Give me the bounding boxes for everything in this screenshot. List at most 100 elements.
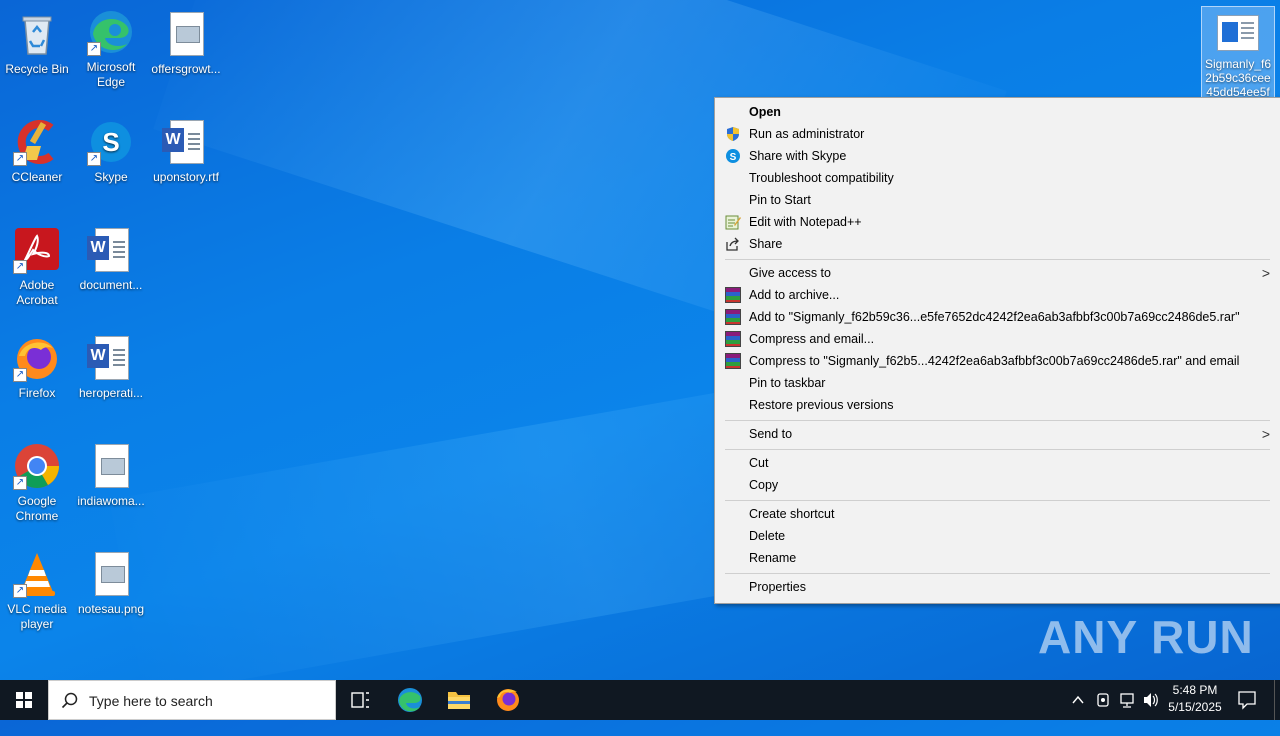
shortcut-arrow-icon: ↗ <box>13 368 27 382</box>
firefox-icon <box>497 689 519 711</box>
desktop-icon-microsoft-edge[interactable]: ↗ Microsoft Edge <box>74 8 148 90</box>
shortcut-arrow-icon: ↗ <box>13 152 27 166</box>
menu-item-pin-to-taskbar[interactable]: Pin to taskbar <box>715 372 1280 394</box>
menu-item-label: Compress and email... <box>749 332 875 346</box>
folder-icon <box>448 692 470 709</box>
network-icon <box>1120 693 1134 708</box>
action-center-button[interactable] <box>1232 680 1262 720</box>
edge-icon <box>398 688 422 712</box>
menu-item-label: Cut <box>749 456 769 470</box>
menu-item-label: Create shortcut <box>749 507 835 521</box>
menu-item-label: Pin to Start <box>749 193 811 207</box>
firefox-icon: ↗ <box>13 334 61 382</box>
menu-item-restore-previous-versions[interactable]: Restore previous versions <box>715 394 1280 416</box>
menu-item-label: Rename <box>749 551 797 565</box>
vlc-icon: ↗ <box>13 550 61 598</box>
show-hidden-icons-button[interactable] <box>1068 680 1088 720</box>
recycle-bin-icon <box>13 10 61 58</box>
image-file-icon <box>87 442 135 490</box>
word-document-icon: W <box>87 226 135 274</box>
desktop-icon-label: heroperati... <box>78 386 144 400</box>
menu-item-compress-and-email[interactable]: Compress and email... <box>715 328 1280 350</box>
acrobat-icon: ↗ <box>13 226 61 274</box>
desktop-icon-uponstory[interactable]: W uponstory.rtf <box>149 118 223 185</box>
desktop-icon-indiawoma[interactable]: indiawoma... <box>74 442 148 509</box>
menu-item-run-as-administrator[interactable]: Run as administrator <box>715 123 1280 145</box>
share-icon <box>725 236 741 252</box>
svg-text:S: S <box>102 127 119 157</box>
desktop-icon-label: uponstory.rtf <box>153 170 219 184</box>
menu-item-troubleshoot-compatibility[interactable]: Troubleshoot compatibility <box>715 167 1280 189</box>
menu-item-send-to[interactable]: Send to > <box>715 423 1280 445</box>
menu-item-share[interactable]: Share <box>715 233 1280 255</box>
chevron-up-icon <box>1072 695 1084 704</box>
chrome-icon: ↗ <box>13 442 61 490</box>
menu-item-label: Compress to "Sigmanly_f62b5...4242f2ea6a… <box>749 354 1240 368</box>
desktop-icon-notesau[interactable]: notesau.png <box>74 550 148 617</box>
start-button[interactable] <box>0 680 48 720</box>
desktop-icon-google-chrome[interactable]: ↗ Google Chrome <box>0 442 74 524</box>
desktop-icon-label: document... <box>79 278 143 292</box>
taskbar-firefox-button[interactable] <box>484 680 532 720</box>
desktop-icon-label: Adobe Acrobat <box>16 278 58 307</box>
menu-item-label: Share <box>749 237 783 251</box>
menu-item-label: Add to archive... <box>749 288 840 302</box>
skype-icon: S <box>725 148 741 164</box>
desktop-icon-skype[interactable]: S ↗ Skype <box>74 118 148 185</box>
taskbar-search-box[interactable]: Type here to search <box>48 680 336 720</box>
taskbar-clock[interactable]: 5:48 PM 5/15/2025 <box>1160 682 1230 716</box>
desktop-icon-recycle-bin[interactable]: Recycle Bin <box>0 10 74 77</box>
desktop-icon-label: CCleaner <box>11 170 63 184</box>
taskbar-edge-button[interactable] <box>386 680 434 720</box>
desktop-icon-firefox[interactable]: ↗ Firefox <box>0 334 74 401</box>
desktop-icon-vlc[interactable]: ↗ VLC media player <box>0 550 74 632</box>
tray-device-icon[interactable] <box>1092 680 1114 720</box>
menu-item-cut[interactable]: Cut <box>715 452 1280 474</box>
menu-item-label: Give access to <box>749 266 831 280</box>
desktop-icon-label: Skype <box>94 170 128 184</box>
menu-item-label: Restore previous versions <box>749 398 894 412</box>
menu-item-label: Copy <box>749 478 779 492</box>
desktop-icon-ccleaner[interactable]: ↗ CCleaner <box>0 118 74 185</box>
tray-volume-icon[interactable] <box>1140 680 1162 720</box>
menu-item-open[interactable]: Open <box>715 101 1280 123</box>
menu-item-delete[interactable]: Delete <box>715 525 1280 547</box>
taskbar-file-explorer-button[interactable] <box>435 680 483 720</box>
menu-item-add-to-rar[interactable]: Add to "Sigmanly_f62b59c36...e5fe7652dc4… <box>715 306 1280 328</box>
menu-item-label: Properties <box>749 580 806 594</box>
menu-item-share-with-skype[interactable]: S Share with Skype <box>715 145 1280 167</box>
show-desktop-button[interactable] <box>1274 680 1280 720</box>
image-file-icon <box>162 10 210 58</box>
winrar-icon <box>725 309 741 325</box>
shortcut-arrow-icon: ↗ <box>13 584 27 598</box>
anyrun-watermark: ANY RUN <box>1038 611 1254 663</box>
menu-item-give-access-to[interactable]: Give access to > <box>715 262 1280 284</box>
notification-icon <box>1238 691 1256 710</box>
menu-item-add-to-archive[interactable]: Add to archive... <box>715 284 1280 306</box>
svg-text:S: S <box>730 152 737 163</box>
menu-item-compress-to-rar-and-email[interactable]: Compress to "Sigmanly_f62b5...4242f2ea6a… <box>715 350 1280 372</box>
menu-item-properties[interactable]: Properties <box>715 576 1280 598</box>
menu-item-edit-with-notepadpp[interactable]: Edit with Notepad++ <box>715 211 1280 233</box>
menu-item-create-shortcut[interactable]: Create shortcut <box>715 503 1280 525</box>
menu-item-label: Send to <box>749 427 793 441</box>
menu-item-rename[interactable]: Rename <box>715 547 1280 569</box>
selected-file-icon[interactable]: Sigmanly_f62b59c36cee45dd54ee5fe76 <box>1201 6 1275 100</box>
tray-network-icon[interactable] <box>1116 680 1138 720</box>
menu-separator <box>725 420 1270 421</box>
menu-separator <box>725 259 1270 260</box>
task-view-button[interactable] <box>336 680 384 720</box>
shortcut-arrow-icon: ↗ <box>13 476 27 490</box>
menu-item-pin-to-start[interactable]: Pin to Start <box>715 189 1280 211</box>
image-file-icon <box>87 550 135 598</box>
desktop-icon-document[interactable]: W document... <box>74 226 148 293</box>
desktop-icon-adobe-acrobat[interactable]: ↗ Adobe Acrobat <box>0 226 74 308</box>
clock-date: 5/15/2025 <box>1168 700 1222 714</box>
edge-icon: ↗ <box>87 8 135 56</box>
word-document-icon: W <box>162 118 210 166</box>
desktop-icon-heroperati[interactable]: W heroperati... <box>74 334 148 401</box>
desktop-icon-offersgrowt[interactable]: offersgrowt... <box>149 10 223 77</box>
desktop-icon-label: Firefox <box>18 386 56 400</box>
word-document-icon: W <box>87 334 135 382</box>
menu-item-copy[interactable]: Copy <box>715 474 1280 496</box>
